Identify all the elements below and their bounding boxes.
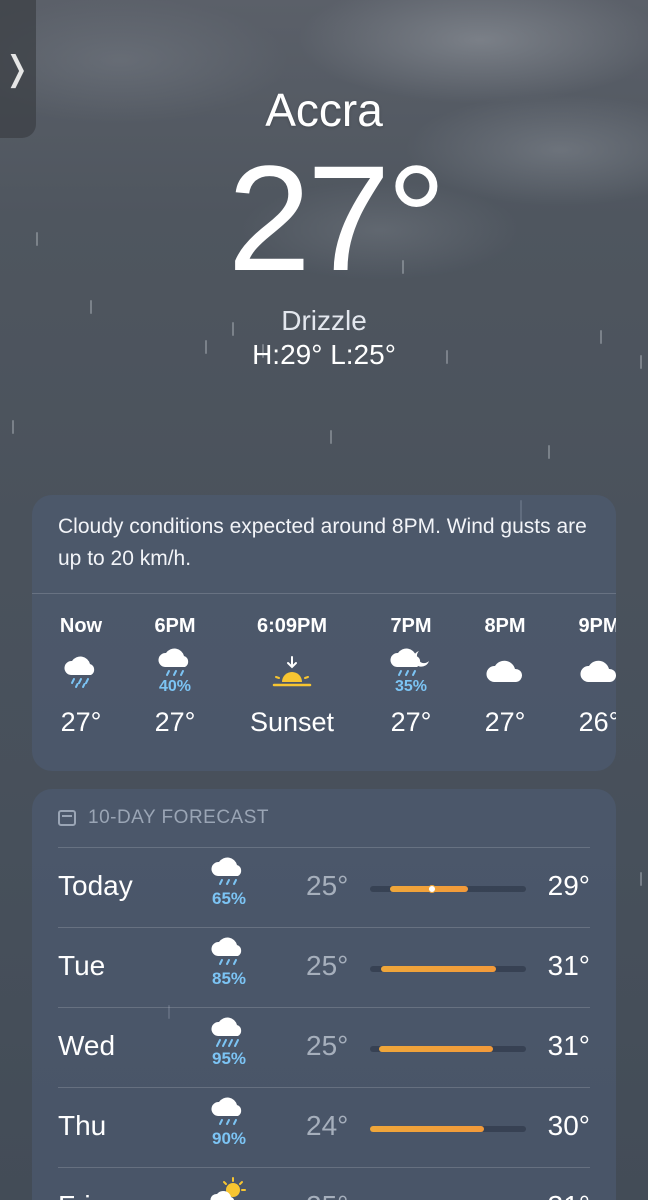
forecast-day: Fri (58, 1190, 91, 1200)
high-low: H:29° L:25° (252, 339, 396, 370)
hour-item-6pm: 6PM 40% 27° (132, 612, 218, 740)
precip-chance: 40% (158, 678, 192, 695)
temperature-range-bar (370, 966, 526, 972)
current-condition: Drizzle (281, 305, 367, 336)
temperature-range-bar (370, 1126, 526, 1132)
cloud-drizzle-icon (38, 642, 124, 702)
forecast-day: Thu (58, 1110, 107, 1141)
hour-item-sunset: 6:09PM Sunset (230, 612, 354, 740)
forecast-low: 25° (306, 950, 349, 981)
forecast-high: 30° (547, 1110, 590, 1141)
hour-temp: 27° (390, 707, 432, 737)
precip-chance: 65% (211, 889, 247, 908)
current-weather: Accra 27° Drizzle H:29° L:25° (0, 80, 648, 372)
cloud-drizzle-icon: 85% (204, 936, 254, 988)
hourly-summary: Cloudy conditions expected around 8PM. W… (32, 495, 616, 594)
temperature-range-bar (370, 1046, 526, 1052)
hour-temp: Sunset (249, 707, 335, 737)
range-fill (370, 1126, 484, 1132)
forecast-row-thu[interactable]: Thu 90% 24° 30° (58, 1088, 590, 1168)
sunset-icon (230, 642, 354, 702)
forecast-day: Wed (58, 1030, 116, 1061)
hour-item-now: Now 27° (38, 612, 124, 740)
range-fill (380, 966, 497, 972)
hour-item-7pm: 7PM 35% 27° (368, 612, 454, 740)
calendar-icon (58, 810, 76, 826)
forecast-row-today[interactable]: Today 65% 25° 29° (58, 848, 590, 928)
forecast-high: 29° (547, 870, 590, 901)
forecast-high: 31° (547, 1030, 590, 1061)
forecast-high: 31° (547, 950, 590, 981)
hour-temp: 27° (154, 707, 196, 737)
precip-chance: 35% (394, 678, 428, 695)
forecast-low: 24° (306, 1110, 349, 1141)
ten-day-forecast-card[interactable]: 10-DAY FORECAST Today 65% 25° 29° Tue 85… (32, 789, 616, 1200)
hour-item-9pm: 9PM 26° (556, 612, 616, 740)
forecast-header: 10-DAY FORECAST (58, 789, 590, 848)
hour-time: 7PM (390, 615, 432, 637)
range-fill (379, 1046, 494, 1052)
hour-temp: 26° (578, 707, 616, 737)
precip-chance: 90% (211, 1129, 247, 1148)
hour-temp: 27° (60, 707, 102, 737)
hour-time: 6:09PM (256, 615, 328, 637)
forecast-low: 25° (306, 1190, 348, 1200)
forecast-row-wed[interactable]: Wed 95% 25° 31° (58, 1008, 590, 1088)
forecast-row-tue[interactable]: Tue 85% 25° 31° (58, 928, 590, 1008)
temperature-range-bar (370, 885, 526, 893)
cloud-rain-icon: 95% (204, 1016, 254, 1068)
hour-temp: 27° (484, 707, 526, 737)
forecast-high: 31° (548, 1190, 590, 1200)
city-name: Accra (265, 84, 383, 136)
cloud-drizzle-icon: 65% (204, 856, 254, 908)
moon-cloud-drizzle-icon: 35% (368, 642, 454, 702)
forecast-low: 25° (306, 1030, 349, 1061)
hour-time: 6PM (154, 615, 196, 637)
hourly-scroller[interactable]: Now 27° 6PM 40% 27° 6:09PM Sunset 7PM 35… (32, 594, 616, 771)
forecast-title: 10-DAY FORECAST (88, 807, 270, 828)
cloud-drizzle-icon: 40% (132, 642, 218, 702)
hour-time: Now (59, 615, 103, 637)
forecast-day: Tue (58, 950, 106, 981)
hourly-forecast-card[interactable]: Cloudy conditions expected around 8PM. W… (32, 495, 616, 771)
forecast-row-fri[interactable]: Fri 25° 31° (58, 1168, 590, 1200)
forecast-low: 25° (306, 870, 349, 901)
precip-chance: 85% (211, 969, 247, 988)
hour-item-8pm: 8PM 27° (462, 612, 548, 740)
cloud-icon (462, 642, 548, 702)
current-temperature: 27° (227, 134, 447, 302)
precip-chance: 95% (211, 1049, 247, 1068)
sun-cloud-icon (204, 1176, 254, 1200)
cloud-drizzle-icon: 90% (204, 1096, 254, 1148)
hour-time: 9PM (578, 615, 616, 637)
cloud-icon (556, 642, 616, 702)
hour-time: 8PM (484, 615, 526, 637)
forecast-day: Today (58, 870, 133, 901)
